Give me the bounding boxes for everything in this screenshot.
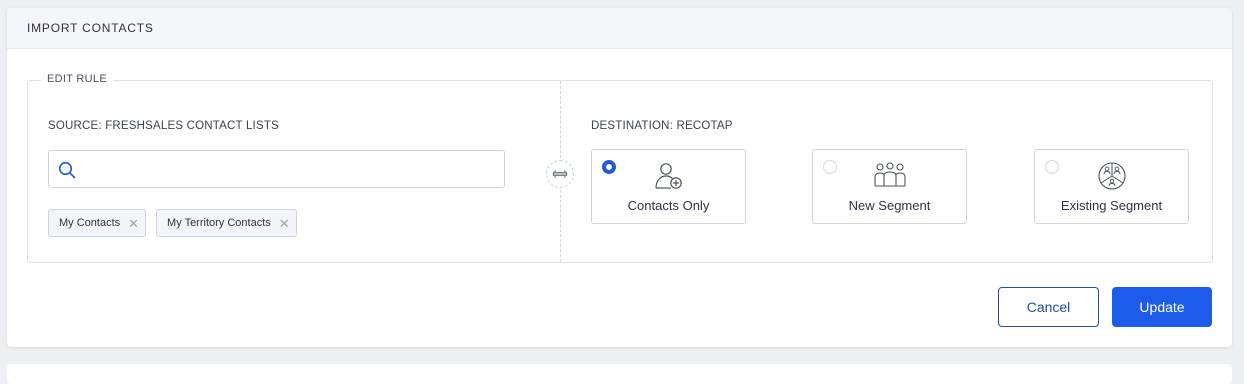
- card-header: IMPORT CONTACTS: [7, 8, 1232, 49]
- import-contacts-card: IMPORT CONTACTS EDIT RULE SOURCE: FRESHS…: [7, 8, 1232, 347]
- add-user-icon: [654, 163, 682, 189]
- option-label: Existing Segment: [1060, 198, 1163, 213]
- tag-label: My Territory Contacts: [167, 217, 271, 229]
- source-search-box[interactable]: [48, 150, 505, 189]
- segment-circle-icon: [1097, 162, 1126, 190]
- double-arrow-icon: [552, 169, 568, 179]
- group-icon: [873, 162, 906, 187]
- search-icon: [58, 161, 76, 179]
- source-search-input[interactable]: [85, 151, 499, 189]
- option-existing-segment[interactable]: Existing Segment: [1034, 149, 1189, 224]
- option-contacts-only[interactable]: Contacts Only: [591, 149, 746, 224]
- tag-label: My Contacts: [59, 217, 121, 229]
- update-button[interactable]: Update: [1112, 287, 1212, 327]
- page-title: IMPORT CONTACTS: [27, 21, 154, 35]
- next-card-edge: [7, 364, 1232, 384]
- edit-rule-fieldset: EDIT RULE SOURCE: FRESHSALES CONTACT LIS…: [27, 73, 1213, 263]
- tag-my-contacts: My Contacts ✕: [48, 209, 147, 237]
- destination-label: DESTINATION: RECOTAP: [591, 120, 733, 132]
- close-icon[interactable]: ✕: [279, 217, 290, 230]
- source-label: SOURCE: FRESHSALES CONTACT LISTS: [48, 120, 279, 132]
- swap-arrows-icon: [546, 160, 574, 188]
- option-new-segment[interactable]: New Segment: [812, 149, 967, 224]
- tag-my-territory-contacts: My Territory Contacts ✕: [156, 209, 297, 237]
- option-label: New Segment: [848, 198, 931, 213]
- edit-rule-legend: EDIT RULE: [41, 73, 113, 85]
- source-tag-list: My Contacts ✕ My Territory Contacts ✕: [48, 209, 297, 237]
- cancel-button[interactable]: Cancel: [998, 287, 1099, 327]
- close-icon[interactable]: ✕: [128, 217, 139, 230]
- option-label: Contacts Only: [627, 198, 710, 213]
